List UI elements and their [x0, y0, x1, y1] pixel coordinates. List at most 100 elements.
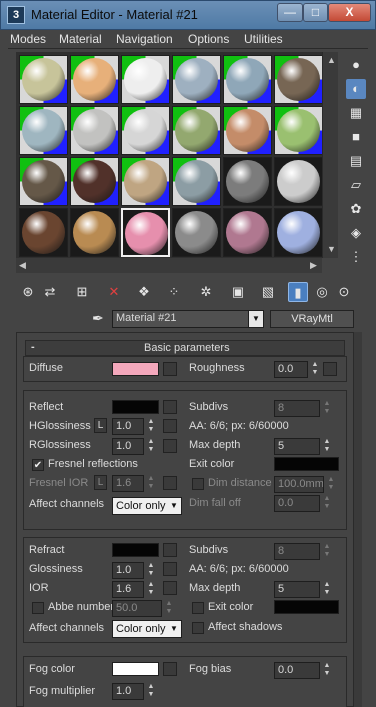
material-slot[interactable] [121, 106, 170, 155]
material-id-channel-icon[interactable]: ✲ [196, 282, 216, 302]
menu-options[interactable]: Options [188, 32, 229, 46]
maximize-button[interactable]: □ [303, 3, 328, 22]
scroll-right-icon[interactable]: ▶ [310, 260, 317, 270]
rollout-scrollbar[interactable] [354, 332, 362, 707]
dim-distance-input[interactable]: 100.0mm [274, 476, 324, 493]
close-button[interactable]: X [328, 3, 371, 22]
slots-horizontal-scrollbar[interactable]: ◀ ▶ [16, 258, 322, 273]
video-color-icon[interactable]: ▤ [346, 151, 366, 171]
go-forward-sibling-icon[interactable]: ◎ [312, 282, 332, 302]
material-name-dropdown[interactable]: ▼ [248, 310, 264, 328]
affect-shadows-checkbox[interactable] [192, 622, 204, 634]
eyedropper-icon[interactable]: ✒ [92, 310, 104, 327]
roughness-spinner[interactable]: ▲ ▼ [310, 361, 320, 377]
get-material-icon[interactable]: ⊛ [18, 282, 38, 302]
show-end-result-icon[interactable]: ▧ [258, 282, 278, 302]
fog-bias-input[interactable]: 0.0 [274, 662, 320, 679]
material-slot[interactable] [70, 106, 119, 155]
rollout-collapse-icon[interactable]: - [31, 341, 35, 353]
material-slot[interactable] [274, 106, 323, 155]
ior-map-button[interactable] [163, 581, 177, 595]
abbe-input[interactable]: 50.0 [112, 600, 162, 617]
refract-affect-channels-select[interactable]: Color only ▼ [112, 620, 182, 638]
minimize-button[interactable]: — [277, 3, 303, 22]
material-slot[interactable] [121, 157, 170, 206]
material-slot[interactable] [274, 157, 323, 206]
material-map-navigator-icon[interactable]: ⋮ [346, 247, 366, 267]
diffuse-map-button[interactable] [163, 362, 177, 376]
material-slot[interactable] [70, 157, 119, 206]
rglossiness-input[interactable]: 1.0 [112, 438, 144, 455]
select-by-material-icon[interactable]: ◈ [346, 223, 366, 243]
reflect-maxdepth-spinner[interactable]: ▲ ▼ [322, 438, 332, 454]
material-name-field[interactable]: Material #21 [112, 310, 264, 328]
material-slot[interactable] [172, 55, 221, 104]
rglossiness-spinner[interactable]: ▲ ▼ [146, 438, 156, 454]
rglossiness-map-button[interactable] [163, 439, 177, 453]
menu-utilities[interactable]: Utilities [244, 32, 283, 46]
hglossiness-input[interactable]: 1.0 [112, 418, 144, 435]
dim-distance-spinner[interactable]: ▲ ▼ [326, 476, 336, 492]
fog-color-map-button[interactable] [163, 662, 177, 676]
reflect-subdivs-input[interactable]: 8 [274, 400, 320, 417]
show-shaded-icon[interactable]: ▣ [228, 282, 248, 302]
menu-material[interactable]: Material [59, 32, 102, 46]
diffuse-color-swatch[interactable] [112, 362, 159, 376]
abbe-checkbox[interactable] [32, 602, 44, 614]
material-slot[interactable] [70, 55, 119, 104]
options-icon[interactable]: ✿ [346, 199, 366, 219]
make-unique-icon[interactable]: ❖ [134, 282, 154, 302]
ior-input[interactable]: 1.6 [112, 581, 144, 598]
glossiness-map-button[interactable] [163, 562, 177, 576]
refract-exit-color-checkbox[interactable] [192, 602, 204, 614]
reflect-map-button[interactable] [163, 400, 177, 414]
scroll-up-icon[interactable]: ▲ [327, 55, 336, 65]
material-slot[interactable] [223, 208, 272, 257]
fog-color-swatch[interactable] [112, 662, 159, 676]
refract-maxdepth-spinner[interactable]: ▲ ▼ [322, 581, 332, 597]
background-icon[interactable]: ▦ [346, 103, 366, 123]
sample-type-icon[interactable]: ● [346, 55, 366, 75]
assign-to-selection-icon[interactable]: ⊞ [72, 282, 92, 302]
material-slot[interactable] [121, 55, 170, 104]
material-slot[interactable] [19, 106, 68, 155]
roughness-input[interactable]: 0.0 [274, 361, 308, 378]
reflect-subdivs-spinner[interactable]: ▲ ▼ [322, 400, 332, 416]
scroll-left-icon[interactable]: ◀ [19, 260, 26, 270]
menu-modes[interactable]: Modes [10, 32, 46, 46]
material-slot[interactable] [172, 157, 221, 206]
material-slot[interactable] [70, 208, 119, 257]
glossiness-input[interactable]: 1.0 [112, 562, 144, 579]
fresnel-ior-spinner[interactable]: ▲ ▼ [146, 475, 156, 491]
put-to-library-icon[interactable]: ⁘ [164, 282, 184, 302]
dim-falloff-spinner[interactable]: ▲ ▼ [322, 495, 332, 511]
roughness-map-button[interactable] [323, 362, 337, 376]
reflect-color-swatch[interactable] [112, 400, 159, 414]
fog-bias-spinner[interactable]: ▲ ▼ [322, 662, 332, 678]
material-slot[interactable] [223, 55, 272, 104]
fog-multiplier-input[interactable]: 1.0 [112, 683, 144, 700]
hglossiness-spinner[interactable]: ▲ ▼ [146, 418, 156, 434]
refract-subdivs-spinner[interactable]: ▲ ▼ [322, 543, 332, 559]
reflect-affect-channels-select[interactable]: Color only ▼ [112, 497, 182, 515]
refract-maxdepth-input[interactable]: 5 [274, 581, 320, 598]
dim-falloff-input[interactable]: 0.0 [274, 495, 320, 512]
dim-distance-checkbox[interactable] [192, 478, 204, 490]
hglossiness-map-button[interactable] [163, 419, 177, 433]
fresnel-ior-lock-button[interactable]: L [94, 475, 107, 490]
material-type-button[interactable]: VRayMtl [270, 310, 354, 328]
material-slot[interactable] [172, 106, 221, 155]
backlight-icon[interactable]: ◐ [346, 79, 366, 99]
refract-map-button[interactable] [163, 543, 177, 557]
material-slot[interactable] [19, 55, 68, 104]
go-to-parent-icon[interactable]: ▮ [288, 282, 308, 302]
material-slot[interactable] [19, 208, 68, 257]
fresnel-ior-input[interactable]: 1.6 [112, 475, 144, 492]
rollout-header[interactable]: - Basic parameters [25, 340, 345, 356]
put-to-scene-icon[interactable]: ⇄ [40, 282, 60, 302]
reflect-maxdepth-input[interactable]: 5 [274, 438, 320, 455]
material-slot[interactable] [274, 55, 323, 104]
fresnel-ior-map-button[interactable] [163, 476, 177, 490]
reflect-exit-color-swatch[interactable] [274, 457, 339, 471]
scroll-down-icon[interactable]: ▼ [327, 244, 336, 254]
